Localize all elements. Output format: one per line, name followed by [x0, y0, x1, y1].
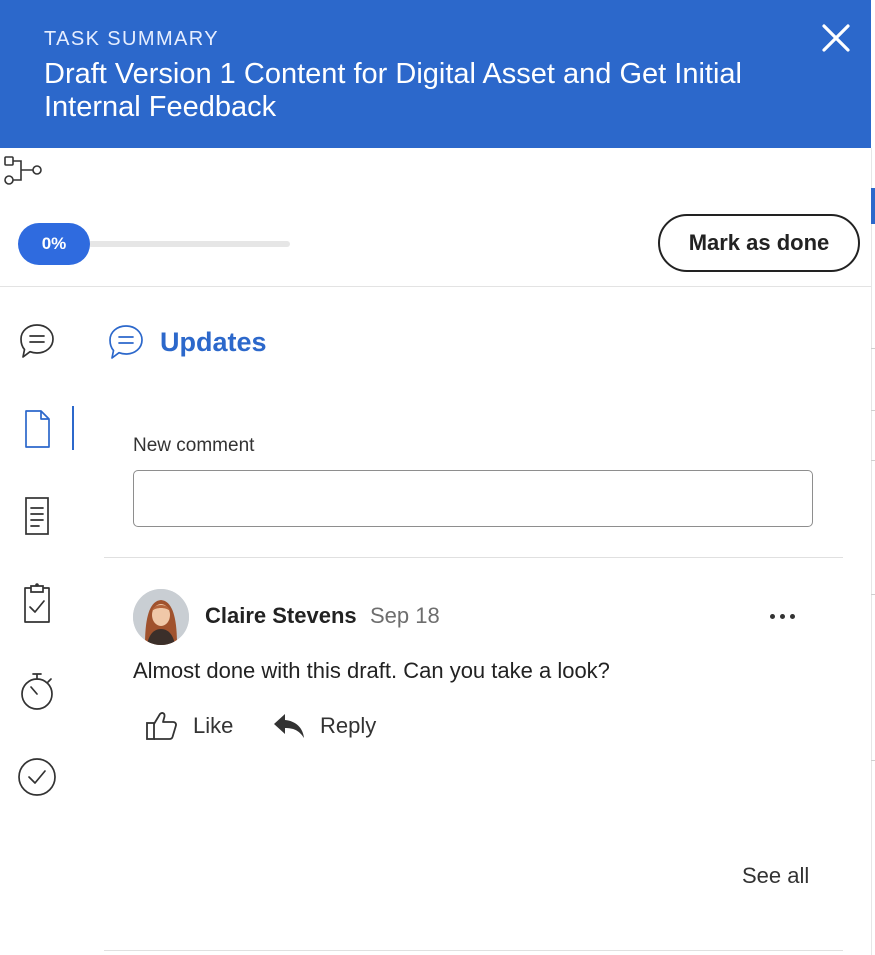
divider: [104, 950, 843, 951]
edge-mark: [871, 188, 875, 224]
rail-time[interactable]: [12, 665, 62, 715]
edge-mark: [871, 410, 875, 411]
comment-author[interactable]: Claire Stevens: [205, 603, 357, 629]
updates-title: Updates: [160, 326, 267, 357]
task-summary-header: TASK SUMMARY Draft Version 1 Content for…: [0, 0, 871, 148]
divider: [0, 286, 871, 287]
workflow-branch-icon[interactable]: [3, 155, 43, 187]
edge-mark: [871, 760, 875, 761]
edge-mark: [871, 348, 875, 349]
more-dot-icon: [789, 613, 795, 619]
thumbs-up-icon: [146, 712, 177, 740]
close-icon: [822, 24, 850, 52]
stopwatch-icon: [21, 673, 53, 710]
mark-as-done-button[interactable]: Mark as done: [658, 214, 860, 272]
more-options-button[interactable]: [762, 600, 802, 632]
more-dot-icon: [769, 613, 775, 619]
more-dot-icon: [779, 613, 785, 619]
progress-percent: 0%: [18, 223, 90, 265]
rail-completion[interactable]: [12, 752, 62, 802]
reply-arrow-icon: [274, 714, 304, 738]
new-comment-input[interactable]: [133, 470, 813, 527]
progress-bar-track: [88, 241, 290, 247]
close-button[interactable]: [818, 20, 854, 56]
divider: [104, 557, 843, 558]
comment-text: Almost done with this draft. Can you tak…: [133, 658, 610, 683]
comment-date: Sep 18: [370, 603, 440, 628]
reply-button[interactable]: Reply: [272, 706, 376, 746]
rail-documents[interactable]: [12, 404, 62, 454]
check-circle-icon: [18, 758, 56, 796]
reply-label: Reply: [320, 713, 377, 738]
see-all-link[interactable]: See all: [742, 863, 809, 889]
task-title: Draft Version 1 Content for Digital Asse…: [44, 58, 742, 123]
avatar[interactable]: [133, 589, 189, 645]
rail-approvals[interactable]: [12, 578, 62, 628]
notes-icon: [25, 497, 49, 535]
like-button[interactable]: Like: [145, 706, 233, 746]
background-edge: [871, 148, 875, 955]
updates-heading: Updates: [106, 318, 267, 366]
progress-indicator: 0%: [18, 223, 290, 265]
chat-bubble-icon: [109, 325, 143, 359]
task-summary-panel: TASK SUMMARY Draft Version 1 Content for…: [0, 0, 875, 955]
new-comment-label: New comment: [133, 435, 255, 456]
like-label: Like: [193, 713, 234, 738]
edge-mark: [871, 594, 875, 595]
chat-bubble-icon: [20, 324, 54, 358]
rail-details[interactable]: [12, 491, 62, 541]
document-icon: [25, 410, 50, 448]
edge-mark: [871, 460, 875, 461]
active-indicator: [72, 406, 74, 450]
header-eyebrow: TASK SUMMARY: [44, 28, 219, 50]
rail-updates[interactable]: [12, 316, 62, 366]
clipboard-check-icon: [24, 583, 50, 623]
